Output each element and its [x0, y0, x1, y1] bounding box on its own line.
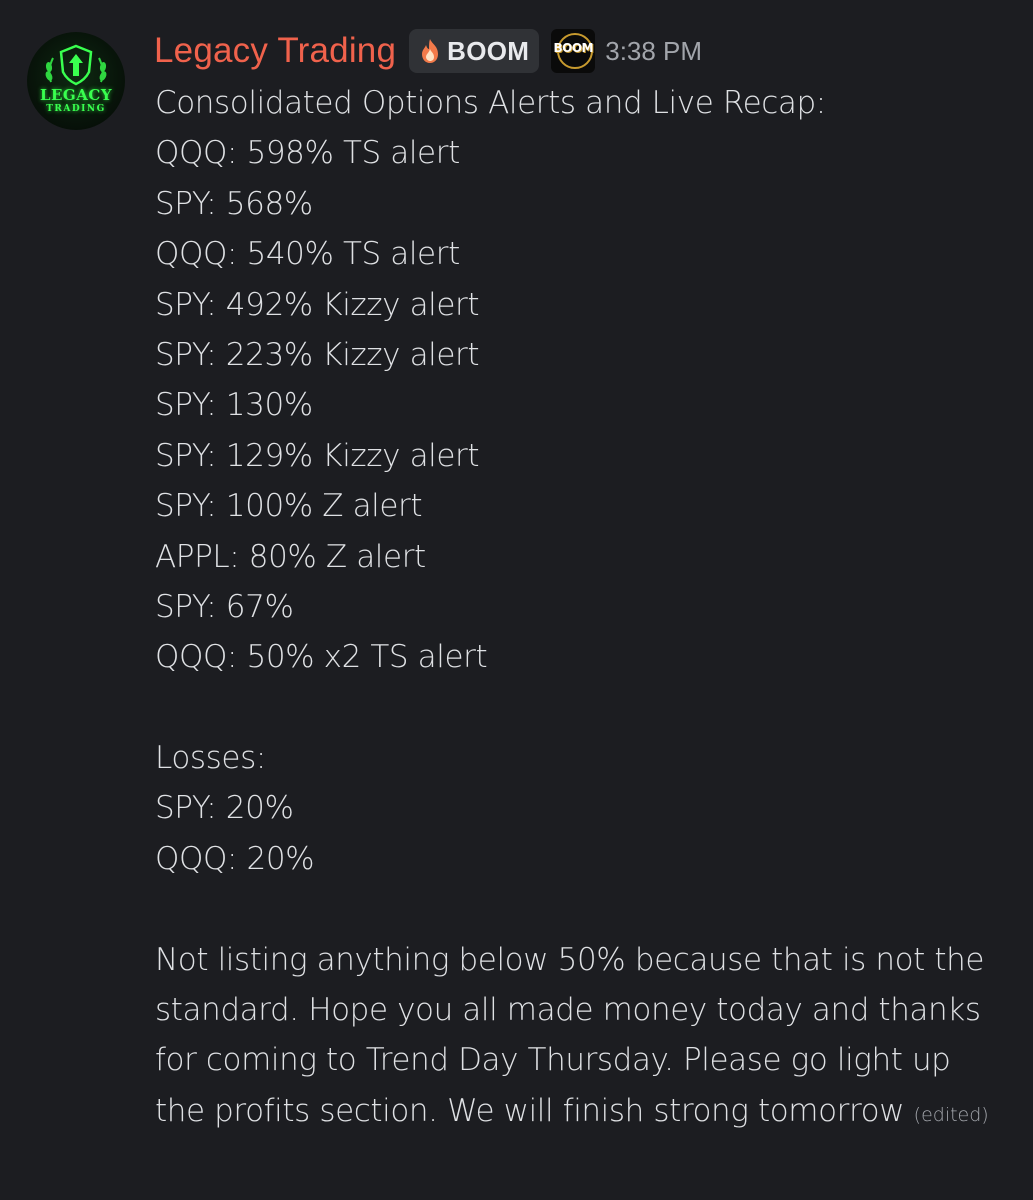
- win-line: APPL: 80% Z alert: [155, 538, 426, 575]
- loss-line: QQQ: 20%: [155, 840, 315, 877]
- losses-heading: Losses:: [155, 740, 266, 777]
- server-icon-text: BOOM: [553, 41, 593, 55]
- win-line: SPY: 568%: [155, 185, 313, 222]
- closing-text: Not listing anything below 50% because t…: [155, 941, 985, 1129]
- avatar[interactable]: LEGACY TRADING: [27, 32, 125, 130]
- message-timestamp[interactable]: 3:38 PM: [605, 36, 702, 67]
- avatar-text-trading: TRADING: [46, 104, 106, 114]
- guild-tag-text: BOOM: [447, 35, 530, 66]
- message-header: Legacy Trading BOOM BOOM 3:38 PM: [154, 26, 702, 76]
- win-line: QQQ: 598% TS alert: [155, 135, 460, 172]
- win-line: SPY: 223% Kizzy alert: [155, 336, 480, 373]
- closing-paragraph: Not listing anything below 50% because t…: [155, 935, 1005, 1141]
- chat-message: LEGACY TRADING Legacy Trading BOOM BOOM …: [0, 0, 1033, 1200]
- win-line: SPY: 130%: [155, 387, 313, 424]
- server-icon[interactable]: BOOM: [551, 29, 596, 73]
- fire-icon: [422, 39, 439, 63]
- win-line: SPY: 67%: [155, 588, 294, 625]
- win-line: QQQ: 50% x2 TS alert: [155, 639, 488, 676]
- edited-label: (edited): [913, 1103, 989, 1126]
- win-line: SPY: 129% Kizzy alert: [155, 437, 480, 474]
- win-line: SPY: 100% Z alert: [155, 488, 423, 525]
- loss-line: SPY: 20%: [155, 790, 294, 827]
- message-content: Consolidated Options Alerts and Live Rec…: [155, 78, 1005, 1140]
- message-title-line: Consolidated Options Alerts and Live Rec…: [155, 85, 826, 121]
- win-line: QQQ: 540% TS alert: [155, 236, 460, 273]
- win-line: SPY: 492% Kizzy alert: [155, 286, 480, 323]
- shield-arrow-logo-icon: [45, 44, 107, 86]
- guild-tag-badge[interactable]: BOOM: [409, 29, 540, 73]
- author-name[interactable]: Legacy Trading: [154, 31, 396, 71]
- avatar-text-legacy: LEGACY: [39, 86, 113, 104]
